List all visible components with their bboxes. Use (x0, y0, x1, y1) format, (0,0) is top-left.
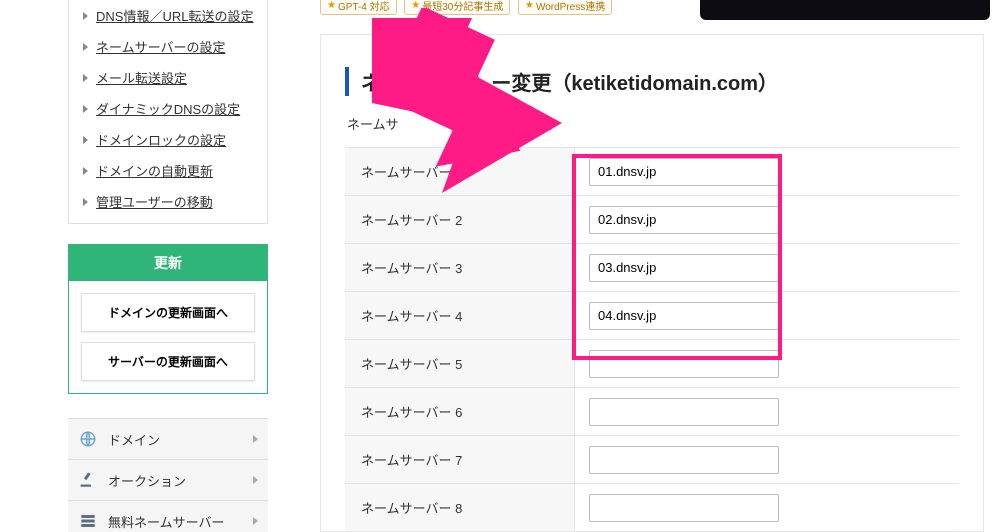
caret-icon (83, 105, 88, 113)
ns-input-4[interactable] (589, 302, 779, 330)
sidebar-nav: DNS情報／URL転送の設定 ネームサーバーの設定 メール転送設定 ダイナミック… (68, 0, 268, 224)
ns-label: ネームサーバー 4 (345, 292, 575, 339)
lead-prefix: ネームサ (347, 117, 399, 132)
badge-label: GPT-4 対応 (338, 0, 390, 13)
goto-server-renew-button[interactable]: サーバーの更新画面へ (81, 342, 255, 381)
ns-row-8: ネームサーバー 8 (345, 484, 959, 532)
sidebar-item-label[interactable]: ドメインロックの設定 (96, 130, 226, 149)
sidebar-item-domain-lock[interactable]: ドメインロックの設定 (69, 124, 267, 155)
globe-icon (78, 429, 98, 449)
ns-input-1[interactable] (589, 158, 779, 186)
ns-label: ネームサーバー 5 (345, 340, 575, 387)
dark-banner (700, 0, 990, 20)
star-icon: ★ (411, 0, 420, 11)
top-strip: ★GPT-4 対応 ★最短30分記事生成 ★WordPress連携 (320, 0, 1000, 24)
caret-icon (83, 74, 88, 82)
ns-label: ネームサーバー 3 (345, 244, 575, 291)
badge-30min: ★最短30分記事生成 (404, 0, 510, 15)
sidebar-item-label[interactable]: 管理ユーザーの移動 (96, 192, 213, 211)
nameserver-table: ネームサーバー 1 ネームサーバー 2 ネームサーバー 3 ネームサーバー 4 … (345, 147, 959, 532)
ns-input-2[interactable] (589, 206, 779, 234)
ns-row-5: ネームサーバー 5 (345, 340, 959, 388)
heading-prefix: ネ (361, 73, 381, 95)
sidebar-item-auto-renew[interactable]: ドメインの自動更新 (69, 155, 267, 186)
gavel-icon (78, 470, 98, 490)
sidebar-item-move-user[interactable]: 管理ユーザーの移動 (69, 186, 267, 217)
sidebar-item-mail-forward[interactable]: メール転送設定 (69, 62, 267, 93)
main-panel: ネ ームサーバ ー変更（ketiketidomain.com） ネームサ ーバー… (320, 34, 984, 532)
ns-input-6[interactable] (589, 398, 779, 426)
ns-input-8[interactable] (589, 494, 779, 522)
sidebar-item-ddns[interactable]: ダイナミックDNSの設定 (69, 93, 267, 124)
badge-label: WordPress連携 (536, 0, 605, 13)
goto-domain-renew-button[interactable]: ドメインの更新画面へ (81, 293, 255, 332)
ns-row-3: ネームサーバー 3 (345, 244, 959, 292)
caret-icon (83, 136, 88, 144)
category-auction[interactable]: オークション (68, 460, 268, 501)
category-label: オークション (108, 471, 243, 490)
chevron-right-icon (253, 517, 258, 525)
star-icon: ★ (327, 0, 336, 11)
ns-label: ネームサーバー 1 (345, 148, 575, 195)
ns-label: ネームサーバー 8 (345, 484, 575, 531)
category-domain[interactable]: ドメイン (68, 419, 268, 460)
lead-suffix: を行います。 (484, 117, 561, 132)
lead-text: ネームサ ーバーの変更 を行います。 (347, 114, 959, 133)
badge-wordpress: ★WordPress連携 (518, 0, 612, 15)
caret-icon (83, 198, 88, 206)
caret-icon (83, 12, 88, 20)
update-box-title: 更新 (69, 245, 267, 281)
sidebar-item-label[interactable]: ドメインの自動更新 (96, 161, 213, 180)
page-title: ネ ームサーバ ー変更（ketiketidomain.com） (345, 67, 959, 96)
ns-label: ネームサーバー 2 (345, 196, 575, 243)
caret-icon (83, 167, 88, 175)
ns-label: ネームサーバー 7 (345, 436, 575, 483)
sidebar-item-label[interactable]: メール転送設定 (96, 68, 187, 87)
ns-input-5[interactable] (589, 350, 779, 378)
category-list: ドメイン オークション 無料ネームサーバー (68, 418, 268, 532)
sidebar-item-label[interactable]: ダイナミックDNSの設定 (96, 99, 240, 118)
ns-input-3[interactable] (589, 254, 779, 282)
sidebar-item-label[interactable]: ネームサーバーの設定 (96, 37, 225, 56)
caret-icon (83, 43, 88, 51)
sidebar-item-dns-url[interactable]: DNS情報／URL転送の設定 (69, 0, 267, 31)
ns-row-6: ネームサーバー 6 (345, 388, 959, 436)
chevron-right-icon (253, 435, 258, 443)
chevron-right-icon (253, 476, 258, 484)
star-icon: ★ (525, 0, 534, 11)
ns-row-4: ネームサーバー 4 (345, 292, 959, 340)
ns-input-7[interactable] (589, 446, 779, 474)
sidebar-item-nameserver[interactable]: ネームサーバーの設定 (69, 31, 267, 62)
heading-suffix: ー変更（ketiketidomain.com） (491, 73, 778, 95)
badge-gpt4: ★GPT-4 対応 (320, 0, 397, 15)
category-free-nameserver[interactable]: 無料ネームサーバー (68, 501, 268, 532)
category-label: 無料ネームサーバー (108, 512, 243, 531)
ns-row-7: ネームサーバー 7 (345, 436, 959, 484)
ns-row-1: ネームサーバー 1 (345, 148, 959, 196)
ns-label: ネームサーバー 6 (345, 388, 575, 435)
sidebar-item-label[interactable]: DNS情報／URL転送の設定 (96, 6, 253, 25)
update-box: 更新 ドメインの更新画面へ サーバーの更新画面へ (68, 244, 268, 394)
ns-row-2: ネームサーバー 2 (345, 196, 959, 244)
server-icon (78, 511, 98, 531)
badge-label: 最短30分記事生成 (422, 0, 503, 13)
category-label: ドメイン (108, 430, 243, 449)
